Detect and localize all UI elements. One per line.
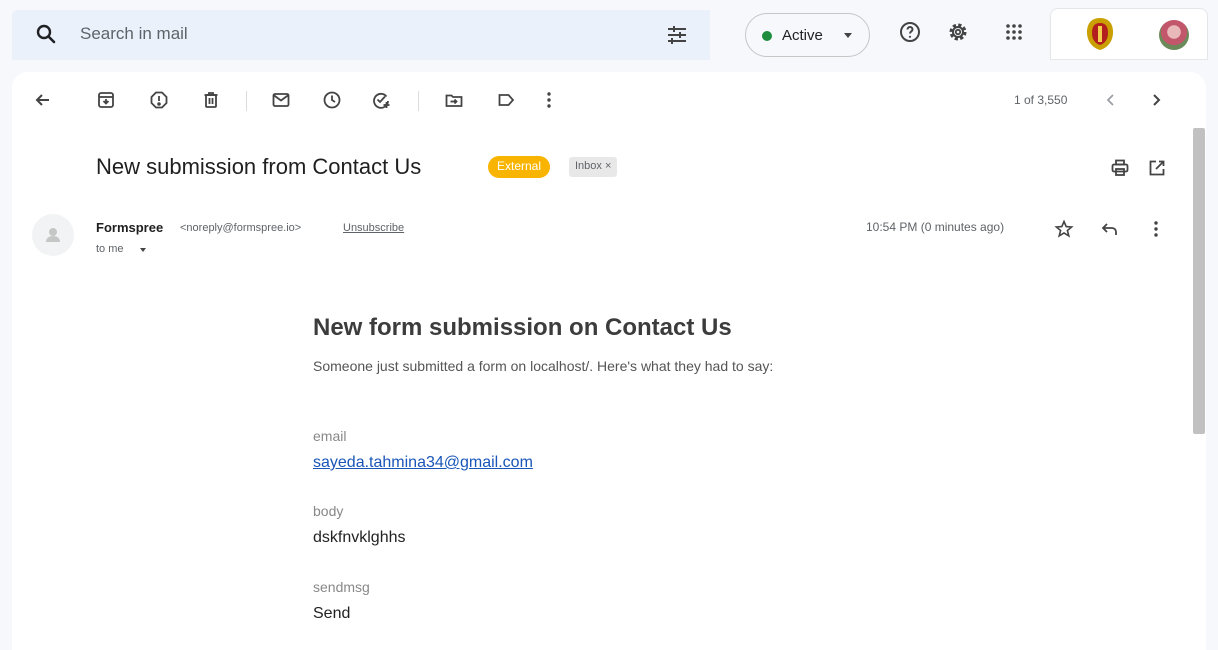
more-options-icon[interactable]: [1146, 219, 1166, 239]
inbox-label-text: Inbox: [575, 160, 602, 172]
add-task-icon[interactable]: [371, 90, 391, 110]
body-heading: New form submission on Contact Us: [313, 314, 732, 341]
reply-icon[interactable]: [1100, 219, 1120, 239]
field-value-body: dskfnvklghhs: [313, 529, 406, 546]
move-to-icon[interactable]: [444, 90, 464, 110]
profile-avatar[interactable]: [1159, 20, 1189, 50]
settings-icon[interactable]: [946, 20, 970, 44]
search-icon[interactable]: [34, 22, 58, 46]
back-arrow-icon[interactable]: [33, 90, 53, 110]
chevron-down-icon[interactable]: [140, 248, 146, 252]
field-label-sendmsg: sendmsg: [313, 579, 370, 595]
more-options-icon[interactable]: [539, 90, 559, 110]
toolbar-divider: [418, 91, 419, 111]
email-subject: New submission from Contact Us: [96, 154, 422, 179]
apps-icon[interactable]: [1002, 20, 1026, 44]
organization-logo[interactable]: [1085, 16, 1115, 52]
scrollbar-thumb[interactable]: [1193, 128, 1205, 434]
toolbar-divider: [246, 91, 247, 111]
status-dropdown[interactable]: Active: [745, 13, 870, 57]
search-input[interactable]: Search in mail: [80, 24, 188, 44]
help-icon[interactable]: [898, 20, 922, 44]
field-label-body: body: [313, 503, 344, 519]
tune-icon[interactable]: [665, 23, 689, 47]
chevron-right-icon[interactable]: [1146, 90, 1166, 110]
snooze-icon[interactable]: [322, 90, 342, 110]
archive-icon[interactable]: [96, 90, 116, 110]
search-bar[interactable]: Search in mail: [12, 10, 710, 60]
email-timestamp: 10:54 PM (0 minutes ago): [866, 220, 1005, 234]
body-intro: Someone just submitted a form on localho…: [313, 358, 774, 374]
mark-unread-icon[interactable]: [271, 90, 291, 110]
field-value-email-link[interactable]: sayeda.tahmina34@gmail.com: [313, 454, 533, 472]
delete-icon[interactable]: [201, 90, 221, 110]
field-value-sendmsg: Send: [313, 605, 351, 622]
status-dot: [762, 31, 772, 41]
field-label-email: email: [313, 428, 347, 444]
external-badge: External: [488, 156, 551, 178]
unsubscribe-link[interactable]: Unsubscribe: [343, 222, 404, 234]
label-icon[interactable]: [496, 90, 516, 110]
pagination-count: 1 of 3,550: [1014, 93, 1068, 107]
sender-avatar[interactable]: [32, 214, 74, 256]
report-spam-icon[interactable]: [149, 90, 169, 110]
inbox-label[interactable]: Inbox ×: [569, 157, 618, 177]
status-label: Active: [782, 27, 823, 44]
chevron-down-icon: [844, 33, 852, 38]
star-icon[interactable]: [1054, 219, 1074, 239]
open-new-window-icon[interactable]: [1147, 158, 1167, 178]
remove-label-icon[interactable]: ×: [605, 160, 611, 172]
print-icon[interactable]: [1110, 158, 1130, 178]
chevron-left-icon[interactable]: [1101, 90, 1121, 110]
recipient-label[interactable]: to me: [96, 243, 124, 255]
sender-email: <noreply@formspree.io>: [180, 222, 302, 234]
sender-name[interactable]: Formspree: [96, 220, 163, 235]
